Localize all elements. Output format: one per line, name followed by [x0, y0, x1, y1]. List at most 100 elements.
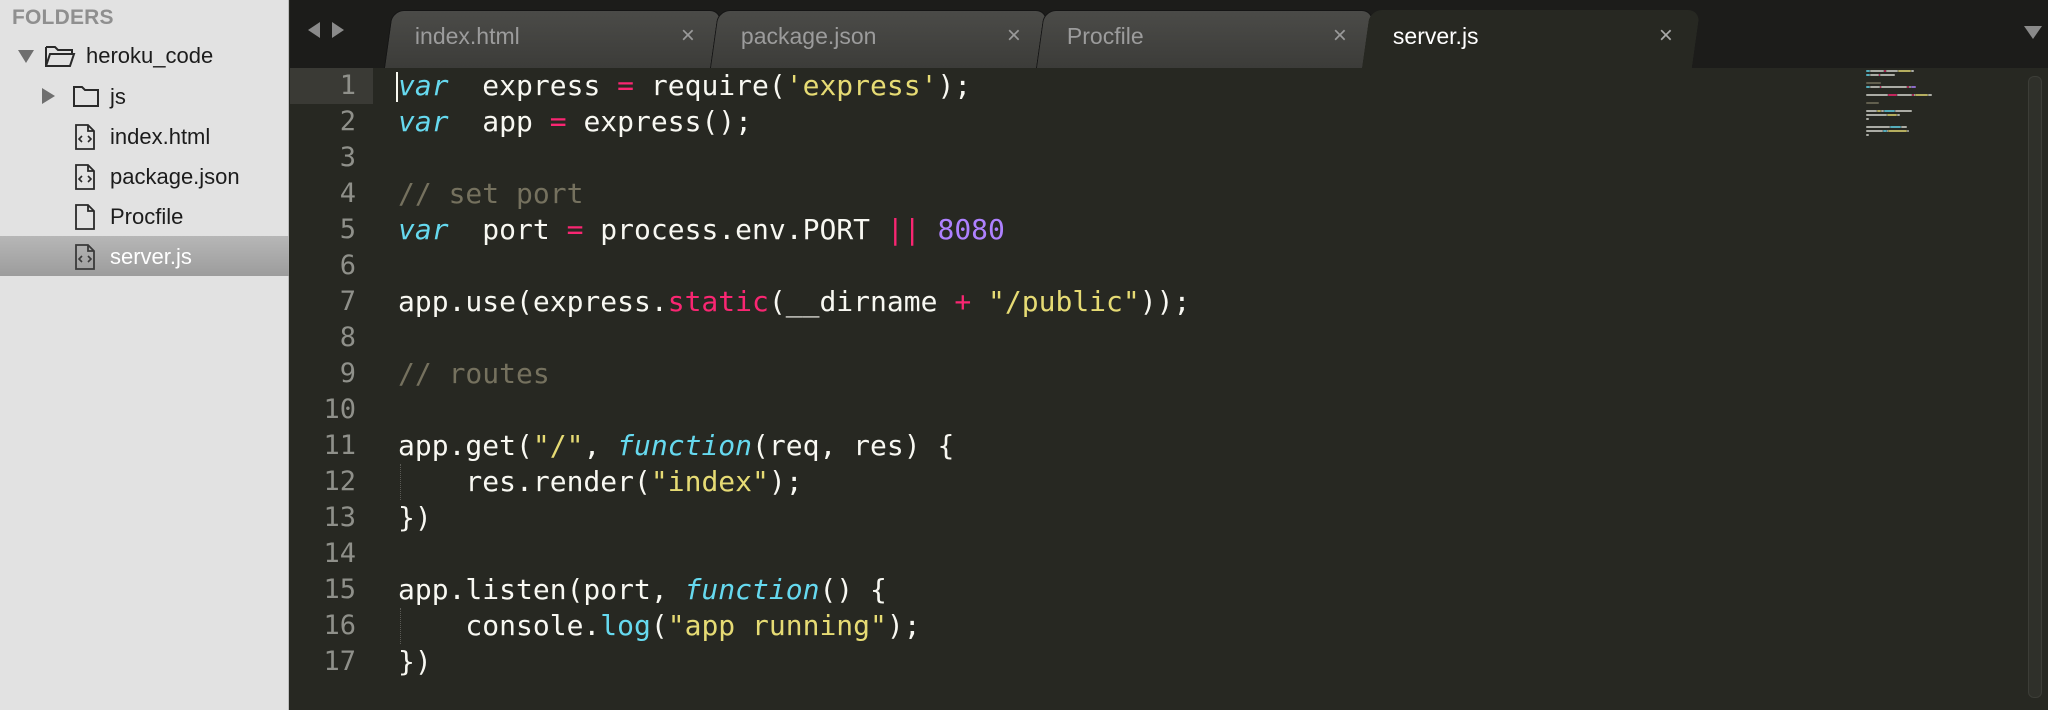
line-number: 12	[323, 466, 356, 497]
minimap-line	[1880, 74, 1896, 76]
line-number: 4	[339, 178, 356, 209]
minimap-line	[1910, 86, 1917, 88]
minimap-line	[1887, 114, 1897, 116]
sidebar: FOLDERS heroku_code js index.html packag…	[0, 0, 289, 710]
code-file-icon	[74, 124, 96, 156]
tab-index-html[interactable]: index.html ×	[383, 10, 723, 68]
code-line[interactable]: })	[398, 500, 432, 536]
minimap-line	[1884, 110, 1896, 112]
tab-label: server.js	[1392, 23, 1479, 49]
code-line[interactable]: var app = express();	[398, 104, 752, 140]
minimap-line	[1896, 94, 1913, 96]
sidebar-item-heroku-code[interactable]: heroku_code	[0, 36, 289, 76]
code-line[interactable]: var express = require('express');	[398, 68, 971, 104]
code-line[interactable]: app.use(express.static(__dirname + "/pub…	[398, 284, 1190, 320]
tab-procfile[interactable]: Procfile ×	[1035, 10, 1375, 68]
minimap-line	[1866, 134, 1869, 136]
line-number: 16	[323, 610, 356, 641]
minimap-line	[1889, 126, 1901, 128]
minimap-line	[1915, 94, 1928, 96]
code-line[interactable]: app.get("/", function(req, res) {	[398, 428, 954, 464]
tab-label: index.html	[414, 23, 520, 49]
sidebar-item-label: server.js	[110, 244, 192, 269]
sidebar-item-package-json[interactable]: package.json	[0, 156, 289, 196]
close-icon[interactable]: ×	[1333, 22, 1347, 50]
line-number: 3	[339, 142, 356, 173]
code-file-icon	[74, 164, 96, 196]
line-number: 13	[323, 502, 356, 533]
code-line[interactable]: // set port	[398, 176, 583, 212]
minimap[interactable]	[1866, 70, 1976, 140]
minimap-line	[1910, 70, 1914, 72]
line-number: 2	[339, 106, 356, 137]
code-line[interactable]: app.listen(port, function() {	[398, 572, 887, 608]
sidebar-item-js[interactable]: js	[0, 76, 289, 116]
line-number: 17	[323, 646, 356, 677]
close-icon[interactable]: ×	[1659, 22, 1673, 50]
minimap-line	[1888, 94, 1897, 96]
sidebar-header: FOLDERS	[12, 6, 114, 29]
line-number: 14	[323, 538, 356, 569]
minimap-line	[1870, 86, 1880, 88]
minimap-line	[1866, 126, 1890, 128]
editor-window: FOLDERS heroku_code js index.html packag…	[0, 0, 2048, 710]
collapse-arrow-icon[interactable]	[42, 88, 55, 104]
line-number: 15	[323, 574, 356, 605]
code-line[interactable]: })	[398, 644, 432, 680]
minimap-line	[1870, 70, 1885, 72]
minimap-line	[1927, 94, 1932, 96]
indent-guide	[400, 608, 401, 644]
minimap-line	[1866, 130, 1883, 132]
minimap-line	[1866, 82, 1882, 84]
minimap-line	[1895, 110, 1913, 112]
sidebar-item-label: heroku_code	[86, 43, 214, 68]
code-line[interactable]: var port = process.env.PORT || 8080	[398, 212, 1005, 248]
sidebar-item-server-js[interactable]: server.js	[0, 236, 289, 276]
line-number: 5	[339, 214, 356, 245]
tab-server-js[interactable]: server.js ×	[1361, 10, 1701, 68]
minimap-line	[1866, 94, 1889, 96]
vertical-scrollbar[interactable]	[2028, 76, 2042, 698]
tab-prev-icon[interactable]	[308, 22, 320, 38]
file-icon	[74, 204, 96, 236]
sidebar-item-label: Procfile	[110, 204, 184, 229]
code-editor[interactable]: 1 var express = require('express'); 2 var a…	[290, 68, 2048, 710]
tab-navigation	[308, 22, 344, 38]
line-number: 8	[339, 322, 356, 353]
minimap-line	[1866, 114, 1887, 116]
line-number: 6	[339, 250, 356, 281]
sidebar-item-label: index.html	[110, 124, 211, 149]
tab-package-json[interactable]: package.json ×	[709, 10, 1049, 68]
line-number: 7	[339, 286, 356, 317]
sidebar-item-label: package.json	[110, 164, 240, 189]
tab-next-icon[interactable]	[332, 22, 344, 38]
expand-arrow-icon[interactable]	[18, 50, 34, 63]
close-icon[interactable]: ×	[1007, 22, 1021, 50]
code-line[interactable]: console.log("app running");	[398, 608, 920, 644]
minimap-line	[1866, 118, 1869, 120]
line-number: 1	[339, 70, 356, 101]
minimap-line	[1888, 130, 1907, 132]
tab-list-dropdown-icon[interactable]	[2024, 26, 2042, 39]
indent-guide	[400, 464, 401, 500]
minimap-line	[1866, 102, 1879, 104]
folder-icon	[72, 84, 100, 114]
minimap-line	[1866, 110, 1878, 112]
minimap-line	[1870, 74, 1879, 76]
minimap-line	[1896, 114, 1900, 116]
line-number: 9	[339, 358, 356, 389]
code-file-icon	[74, 244, 96, 276]
sidebar-item-label: js	[110, 84, 126, 109]
line-number: 11	[323, 430, 356, 461]
minimap-line	[1906, 130, 1910, 132]
minimap-line	[1898, 70, 1911, 72]
close-icon[interactable]: ×	[681, 22, 695, 50]
code-line[interactable]: // routes	[398, 356, 550, 392]
code-line[interactable]: res.render("index");	[398, 464, 802, 500]
minimap-line	[1885, 70, 1899, 72]
tab-label: package.json	[740, 23, 877, 49]
folder-open-icon	[44, 43, 76, 75]
sidebar-item-index-html[interactable]: index.html	[0, 116, 289, 156]
sidebar-item-procfile[interactable]: Procfile	[0, 196, 289, 236]
minimap-line	[1881, 86, 1907, 88]
